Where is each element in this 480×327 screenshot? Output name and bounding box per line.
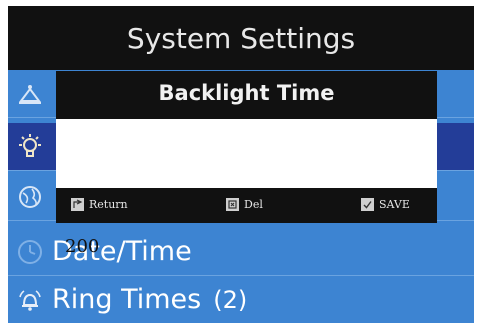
dialog-title: Backlight Time [158, 81, 335, 105]
clock-icon [8, 228, 52, 276]
dialog-softkey-bar: Return Del SAVE [56, 191, 437, 223]
return-label: Return [89, 198, 128, 211]
menu-item-ring-times[interactable]: Ring Times (2) [8, 276, 474, 323]
delete-softkey[interactable]: Del [226, 198, 263, 211]
delete-key-icon [226, 198, 239, 211]
return-softkey[interactable]: Return [71, 198, 128, 211]
return-key-icon [71, 198, 84, 211]
backlight-time-dialog: Backlight Time Return Del SAVE [56, 71, 437, 223]
ring-bell-icon [8, 276, 52, 324]
globe-icon [8, 173, 52, 221]
ring-times-count: (2) [213, 285, 248, 314]
page-title: System Settings [126, 21, 356, 55]
lightbulb-icon [8, 123, 52, 171]
backlight-time-input[interactable] [56, 119, 437, 188]
save-softkey[interactable]: SAVE [361, 198, 410, 211]
del-label: Del [244, 198, 263, 211]
entered-value-overlay: 200 [65, 236, 100, 257]
page-title-bar: System Settings [8, 6, 474, 70]
save-key-icon [361, 198, 374, 211]
save-label: SAVE [379, 198, 410, 211]
menu-item-label: Ring Times [52, 284, 202, 315]
device-screen: System Settings Date/Time Ring Times (2)… [8, 6, 474, 323]
bell-person-icon [8, 70, 52, 118]
